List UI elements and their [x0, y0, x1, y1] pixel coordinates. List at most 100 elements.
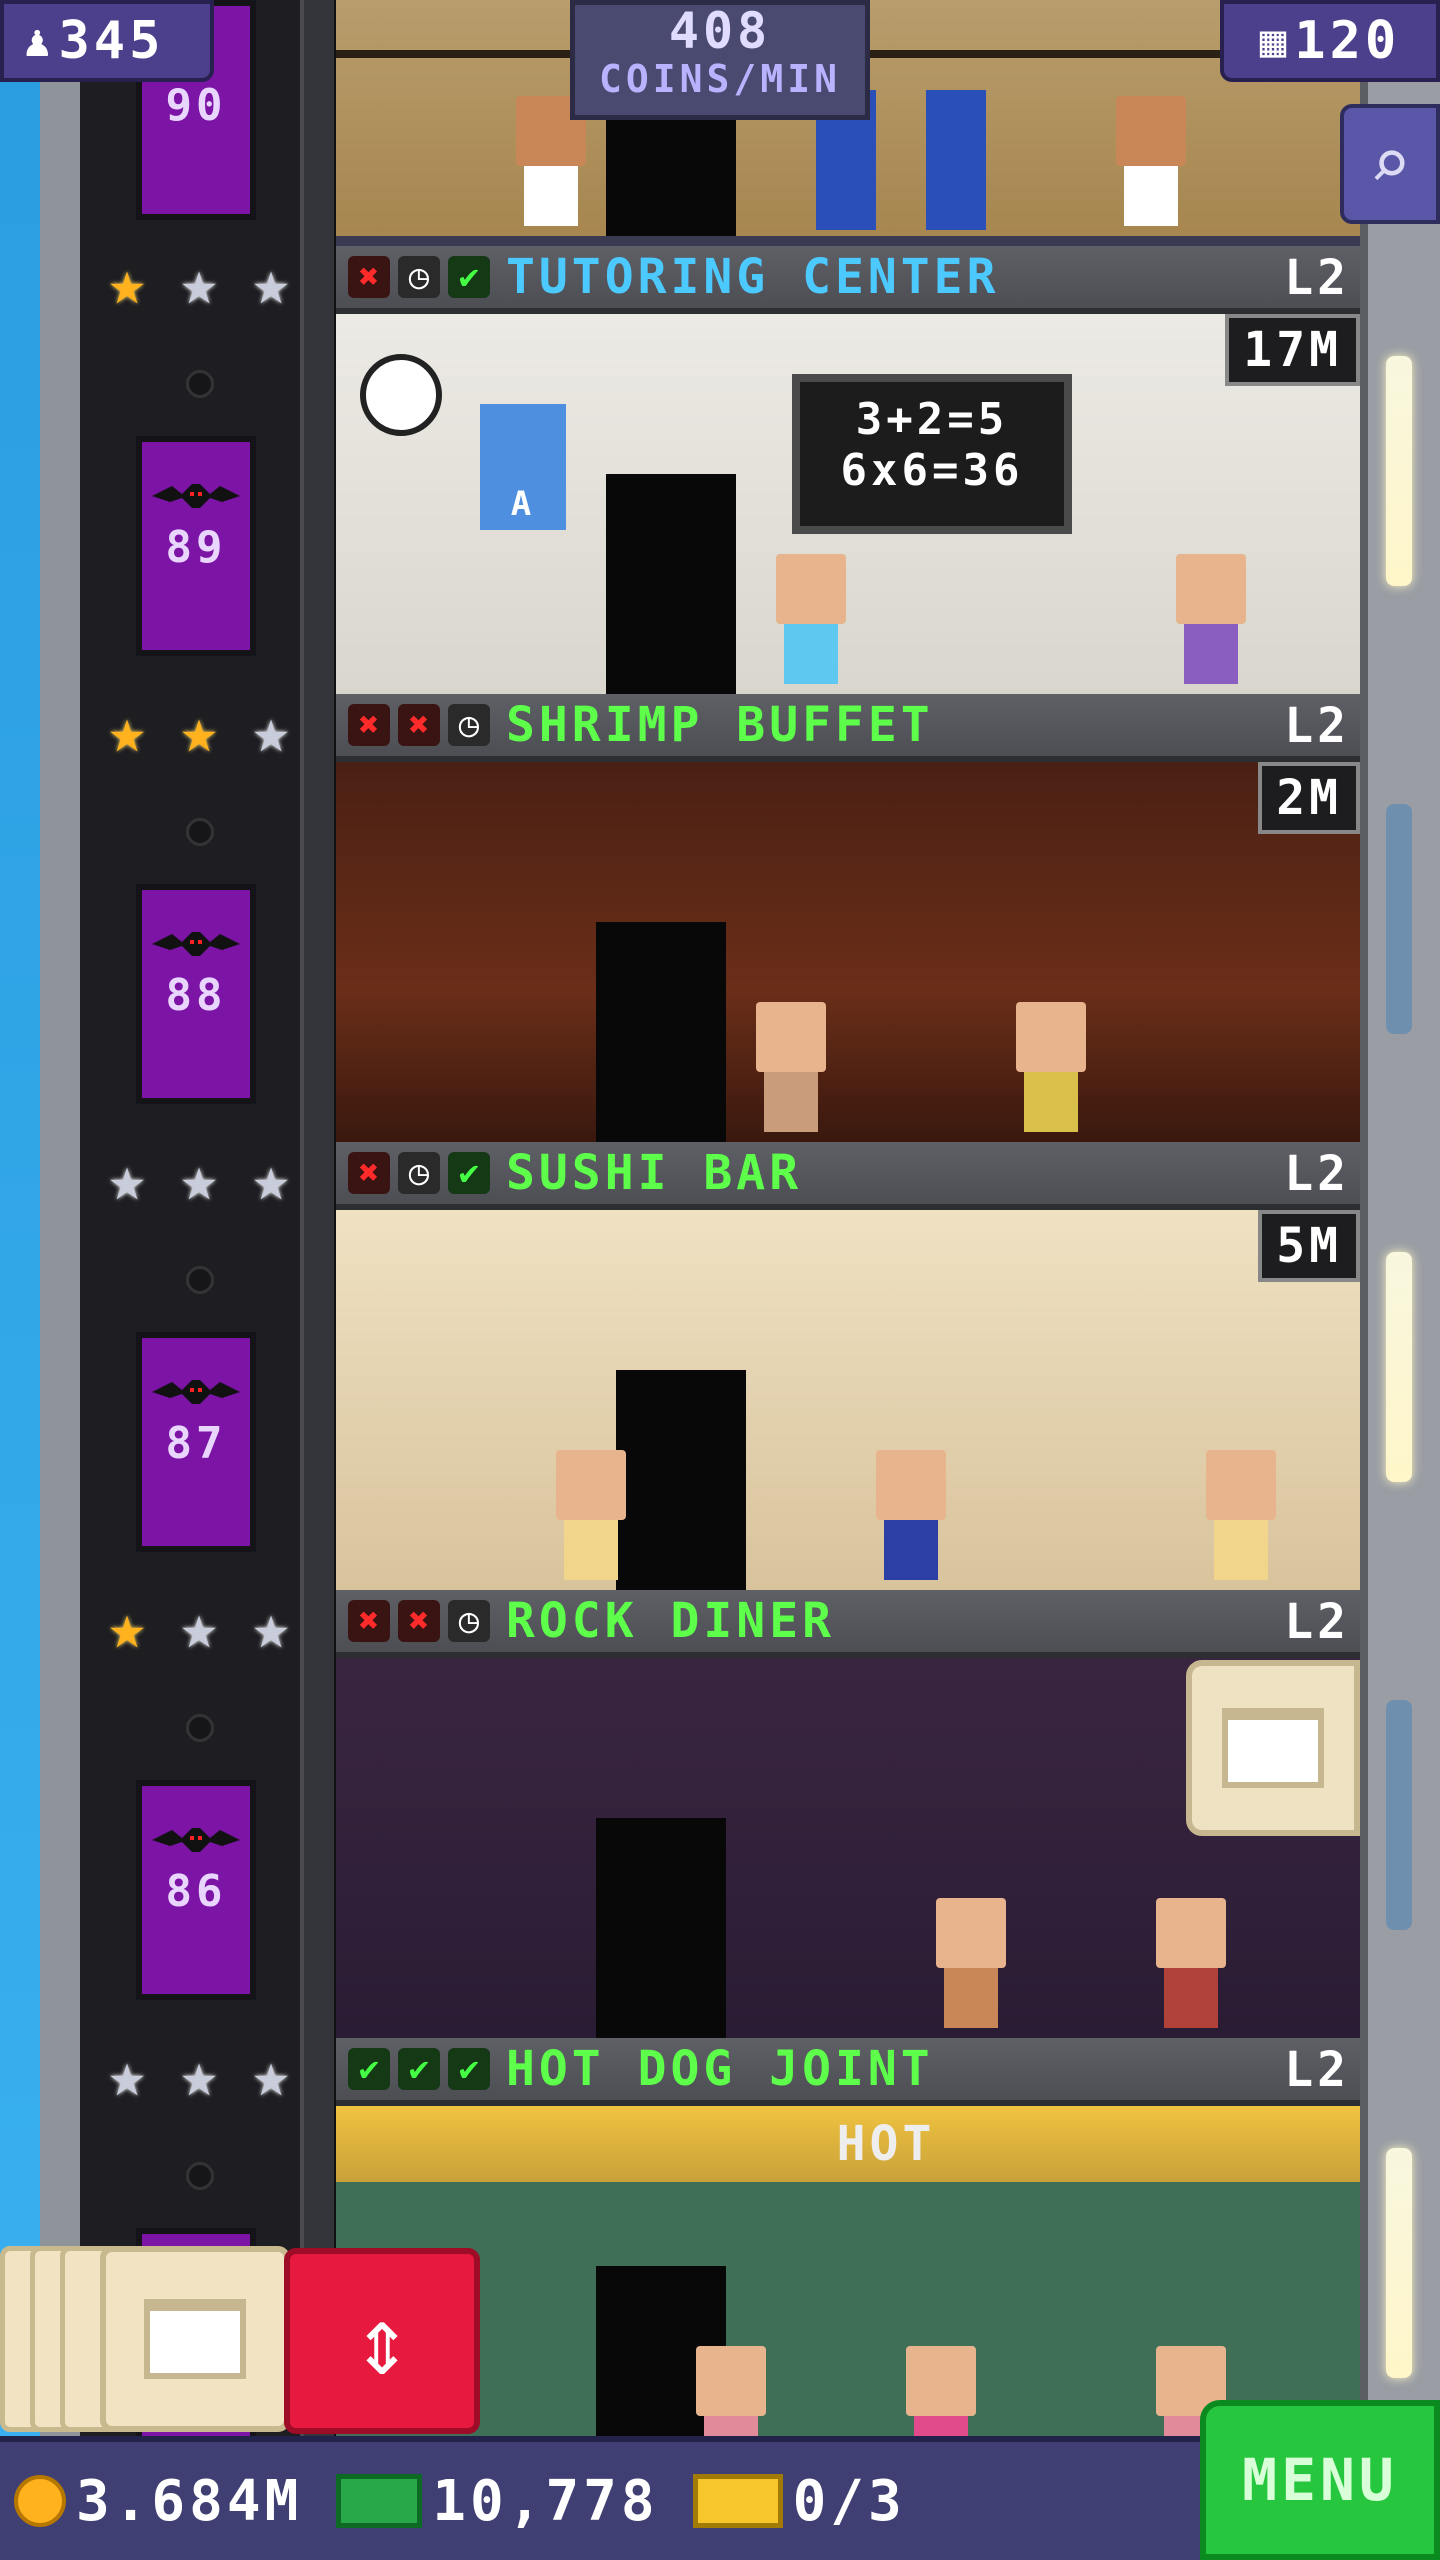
floor-rating-stars: ★ ★ ★ [96, 252, 302, 314]
elevator-floor-number: 86 [165, 1866, 227, 1917]
floor-header[interactable]: ✖ ✖ ◷ ROCK DINER L2 [336, 1590, 1360, 1658]
person[interactable] [1116, 96, 1186, 226]
x-icon: ✖ [348, 1152, 390, 1194]
floor-count-counter[interactable]: ▦ 120 [1220, 0, 1440, 82]
coins-display[interactable]: 3.684M [14, 2469, 302, 2534]
floor-status-icons: ✖ ✖ ◷ [348, 704, 490, 746]
silver-star-icon: ★ [252, 2038, 290, 2111]
floor-level: L2 [1284, 250, 1350, 306]
floor-rating-stars: ★ ★ ★ [96, 1596, 302, 1658]
elevator-door[interactable]: 89 [136, 436, 256, 656]
room-door [606, 116, 736, 236]
elevator-call-lamp [186, 818, 214, 846]
floor-status-icons: ✔ ✔ ✔ [348, 2048, 490, 2090]
elevator-control-button[interactable]: ⇕ [284, 2248, 480, 2434]
room-door [596, 1818, 726, 2038]
floor-name: ROCK DINER [506, 1593, 835, 1649]
person[interactable] [1156, 1898, 1226, 2028]
coins-value: 3.684M [76, 2468, 303, 2534]
menu-button[interactable]: MENU [1200, 2400, 1440, 2560]
clock-icon: ◷ [398, 1152, 440, 1194]
elevator-call-lamp [186, 1714, 214, 1742]
apple-poster: A [480, 404, 566, 530]
floor-header[interactable]: ✖ ◷ ✔ TUTORING CENTER L2 [336, 246, 1360, 314]
room-door [606, 474, 736, 694]
floor-price-tag[interactable]: 5M [1258, 1210, 1360, 1282]
bat-icon [152, 930, 240, 960]
floor-room[interactable]: 17M 3+2=5 6x6=36 A [336, 314, 1360, 704]
bux-display[interactable]: 10,778 [336, 2469, 658, 2534]
elevator-floor-number: 87 [165, 1418, 227, 1469]
tickets-display[interactable]: 0/3 [692, 2468, 906, 2534]
open-box-button[interactable] [100, 2246, 290, 2432]
person-icon: ♟ [24, 15, 51, 67]
window-light [1386, 804, 1412, 1034]
sky-background [0, 0, 40, 2560]
elevator-call-lamp [186, 2162, 214, 2190]
ticket-icon [692, 2474, 783, 2528]
check-icon: ✔ [448, 256, 490, 298]
person[interactable] [1176, 554, 1246, 684]
population-counter[interactable]: ♟ 345 [0, 0, 214, 82]
person[interactable] [936, 1898, 1006, 2028]
elevator-door[interactable]: 86 [136, 1780, 256, 2000]
population-value: 345 [58, 11, 165, 71]
check-icon: ✔ [448, 2048, 490, 2090]
clock-icon: ◷ [398, 256, 440, 298]
gold-star-icon: ★ [108, 1590, 146, 1663]
window-light [1386, 1252, 1412, 1482]
floor-rating-stars: ★ ★ ★ [96, 1148, 302, 1210]
x-icon: ✖ [348, 704, 390, 746]
silver-star-icon: ★ [252, 694, 290, 767]
floor-header[interactable]: ✖ ✖ ◷ SHRIMP BUFFET L2 [336, 694, 1360, 762]
floor-name: SHRIMP BUFFET [506, 697, 934, 753]
gold-star-icon: ★ [108, 246, 146, 319]
x-icon: ✖ [398, 1600, 440, 1642]
person[interactable] [1206, 1450, 1276, 1580]
building-icon: ▦ [1259, 15, 1287, 67]
person[interactable] [556, 1450, 626, 1580]
bat-icon [152, 482, 240, 512]
elevator-door[interactable]: 88 [136, 884, 256, 1104]
floor-name: HOT DOG JOINT [506, 2041, 934, 2097]
person[interactable] [776, 554, 846, 684]
box-icon [144, 2299, 246, 2379]
elevator-floor-number: 89 [165, 522, 227, 573]
elevator-call-lamp [186, 1266, 214, 1294]
clock-icon: ◷ [448, 704, 490, 746]
stock-box-button[interactable] [1186, 1660, 1360, 1836]
window-light [1386, 1700, 1412, 1930]
bux-icon [336, 2474, 423, 2528]
box-icon [1222, 1708, 1324, 1788]
person[interactable] [756, 1002, 826, 1132]
floor-header[interactable]: ✔ ✔ ✔ HOT DOG JOINT L2 [336, 2038, 1360, 2106]
silver-star-icon: ★ [252, 246, 290, 319]
window-light [1386, 356, 1412, 586]
bat-icon [152, 1826, 240, 1856]
room-door [596, 922, 726, 1142]
tickets-value: 0/3 [792, 2468, 906, 2534]
floor-count-value: 120 [1294, 11, 1401, 71]
silver-star-icon: ★ [108, 1142, 146, 1215]
search-button[interactable]: ⌕ [1340, 104, 1440, 224]
room-door [616, 1370, 746, 1590]
elevator-door[interactable]: 87 [136, 1332, 256, 1552]
floor-level: L2 [1284, 1594, 1350, 1650]
floor-status-icons: ✖ ✖ ◷ [348, 1600, 490, 1642]
silver-star-icon: ★ [180, 1590, 218, 1663]
x-icon: ✖ [348, 1600, 390, 1642]
floor-header[interactable]: ✖ ◷ ✔ SUSHI BAR L2 [336, 1142, 1360, 1210]
floor-level: L2 [1284, 1146, 1350, 1202]
window-light [1386, 2148, 1412, 2378]
floor-room[interactable]: 2M [336, 762, 1360, 1152]
floor-price-tag[interactable]: 17M [1225, 314, 1360, 386]
hot-sign: HOT [836, 2116, 936, 2172]
floor-price-tag[interactable]: 2M [1258, 762, 1360, 834]
person[interactable] [876, 1450, 946, 1580]
person[interactable] [1016, 1002, 1086, 1132]
silver-star-icon: ★ [180, 2038, 218, 2111]
silver-star-icon: ★ [180, 1142, 218, 1215]
elevator-call-lamp [186, 370, 214, 398]
check-icon: ✔ [448, 1152, 490, 1194]
floor-room[interactable]: 5M [336, 1210, 1360, 1600]
